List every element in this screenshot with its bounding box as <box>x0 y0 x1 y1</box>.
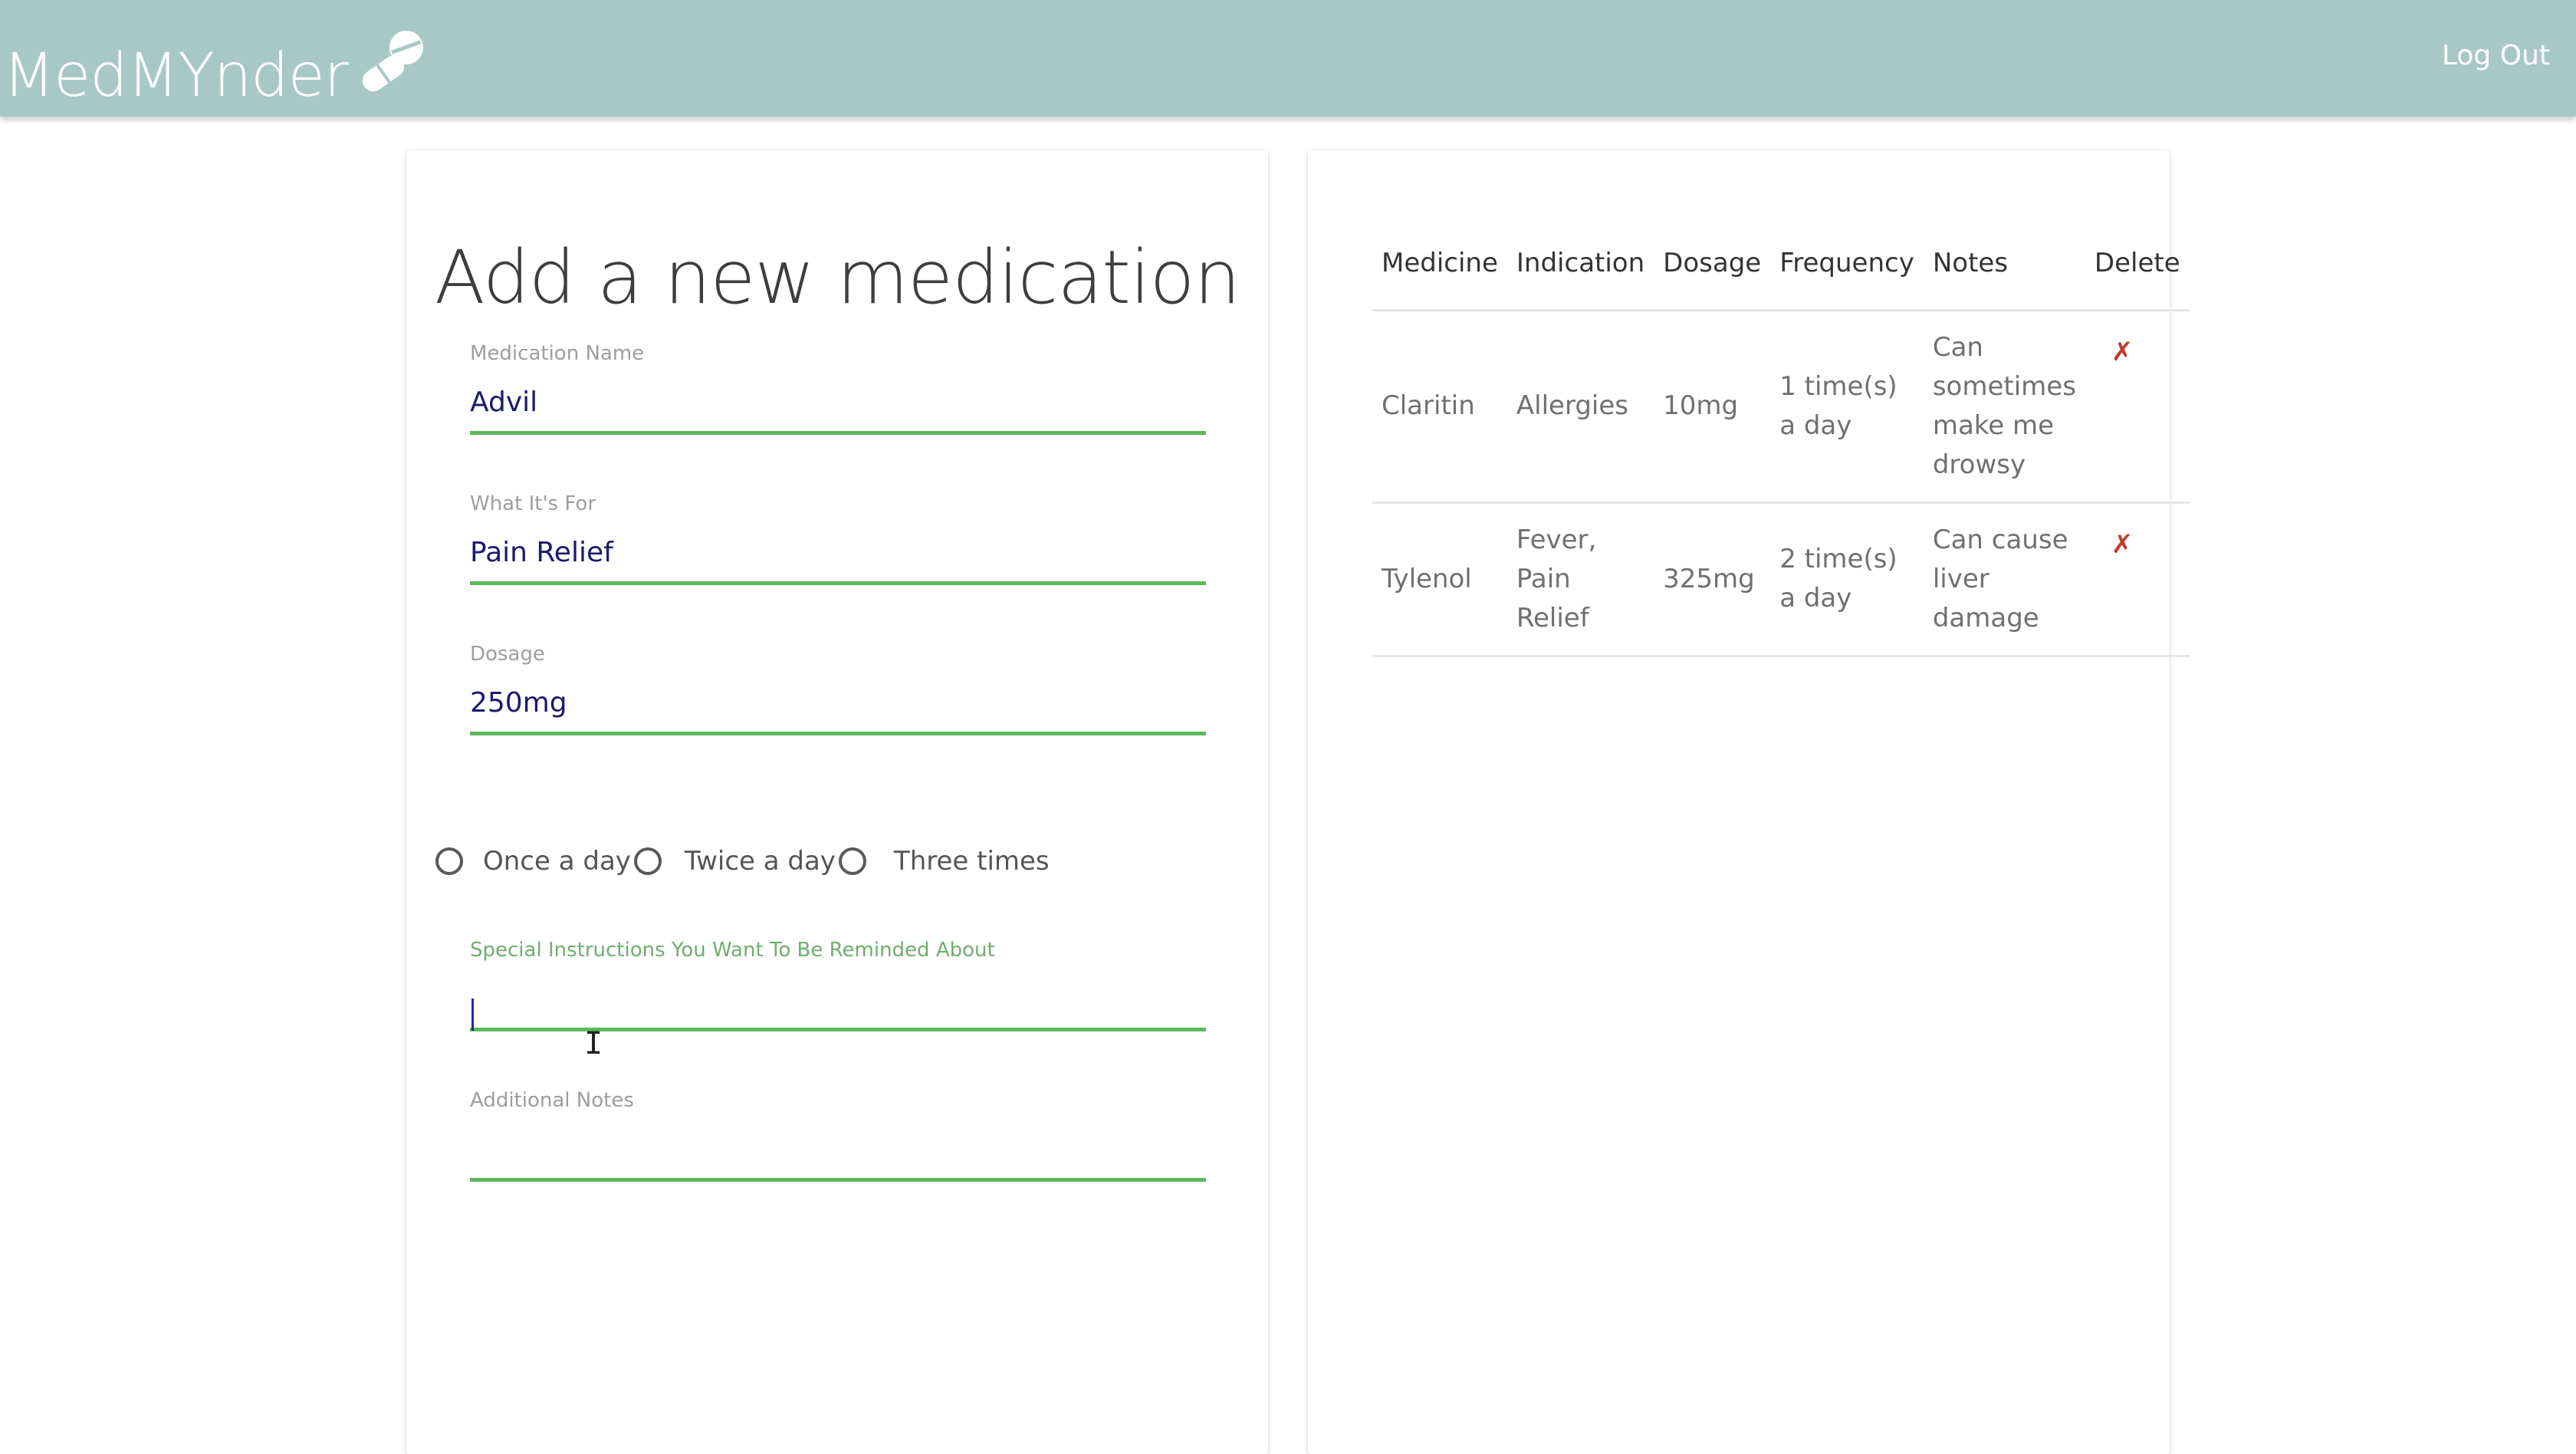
cell-notes: Can sometimes make me drowsy <box>1923 310 2085 504</box>
indication-label: What It's For <box>470 492 596 515</box>
special-instructions-underline <box>470 1028 1206 1031</box>
text-cursor-icon: I <box>584 1026 603 1061</box>
logout-link[interactable]: Log Out <box>2442 40 2550 71</box>
special-instructions-field: Special Instructions You Want To Be Remi… <box>470 939 1206 1031</box>
column-header-indication: Indication <box>1506 218 1654 311</box>
cell-frequency: 1 time(s) a day <box>1770 310 1924 504</box>
frequency-option-label: Three times <box>893 846 1050 877</box>
cell-dosage: 10mg <box>1654 310 1771 504</box>
dosage-field: Dosage <box>470 643 1206 735</box>
frequency-option-label: Twice a day <box>684 846 836 877</box>
dosage-label: Dosage <box>470 643 545 666</box>
brand-logo[interactable]: MedMYnder <box>3 28 431 112</box>
add-medication-card: Add a new medication Medication Name Wha… <box>406 150 1268 1454</box>
cell-delete: ✗ <box>2085 310 2190 504</box>
table-header-row: Medicine Indication Dosage Frequency Not… <box>1372 218 2190 311</box>
table-row: Tylenol Fever, Pain Relief 325mg 2 time(… <box>1372 502 2190 657</box>
cell-delete: ✗ <box>2085 502 2190 657</box>
special-instructions-input[interactable] <box>470 977 1206 1020</box>
top-navbar: MedMYnder Log Out <box>0 0 2576 117</box>
column-header-frequency: Frequency <box>1770 218 1924 311</box>
additional-notes-label: Additional Notes <box>470 1089 634 1112</box>
indication-underline <box>470 581 1206 585</box>
additional-notes-underline <box>470 1178 1206 1182</box>
column-header-delete: Delete <box>2085 218 2190 311</box>
column-header-notes: Notes <box>1923 218 2085 311</box>
additional-notes-field: Additional Notes <box>470 1089 1206 1182</box>
cell-indication: Fever, Pain Relief <box>1506 502 1654 657</box>
frequency-option-once[interactable]: Once a day <box>435 846 634 877</box>
medication-list-card: Medicine Indication Dosage Frequency Not… <box>1308 150 2190 1454</box>
additional-notes-input[interactable] <box>470 1127 1206 1170</box>
frequency-option-label: Once a day <box>483 846 631 877</box>
table-row: Claritin Allergies 10mg 1 time(s) a day … <box>1372 310 2190 504</box>
brand-name: MedMYnder <box>3 41 349 110</box>
cell-medicine: Tylenol <box>1372 502 1507 657</box>
cell-medicine: Claritin <box>1372 310 1507 504</box>
medication-name-input[interactable] <box>470 380 1206 423</box>
indication-field: What It's For <box>470 492 1206 585</box>
medication-name-underline <box>470 431 1206 435</box>
pill-icon <box>362 31 423 92</box>
dosage-input[interactable] <box>470 681 1206 724</box>
cross-mark-icon[interactable]: ✗ <box>2095 529 2134 560</box>
column-header-medicine: Medicine <box>1372 218 1507 311</box>
cell-frequency: 2 time(s) a day <box>1770 502 1924 657</box>
text-caret <box>472 998 474 1031</box>
frequency-option-twice[interactable]: Twice a day <box>633 846 839 877</box>
frequency-radio-group: Once a day Twice a day Three times <box>435 842 1053 880</box>
cell-notes: Can cause liver damage <box>1923 502 2085 657</box>
dosage-underline <box>470 732 1206 735</box>
radio-button[interactable] <box>838 847 866 875</box>
indication-input[interactable] <box>470 531 1206 574</box>
frequency-option-three[interactable]: Three times <box>838 846 1053 877</box>
radio-button[interactable] <box>435 847 463 875</box>
form-title: Add a new medication <box>434 235 1240 321</box>
cell-dosage: 325mg <box>1654 502 1771 657</box>
column-header-dosage: Dosage <box>1654 218 1771 311</box>
medications-table: Medicine Indication Dosage Frequency Not… <box>1372 218 2190 657</box>
special-instructions-label: Special Instructions You Want To Be Remi… <box>470 939 995 962</box>
radio-button[interactable] <box>633 847 662 875</box>
medication-name-label: Medication Name <box>470 342 645 365</box>
cross-mark-icon[interactable]: ✗ <box>2095 337 2134 367</box>
cell-indication: Allergies <box>1506 310 1654 504</box>
medication-name-field: Medication Name <box>470 342 1206 435</box>
